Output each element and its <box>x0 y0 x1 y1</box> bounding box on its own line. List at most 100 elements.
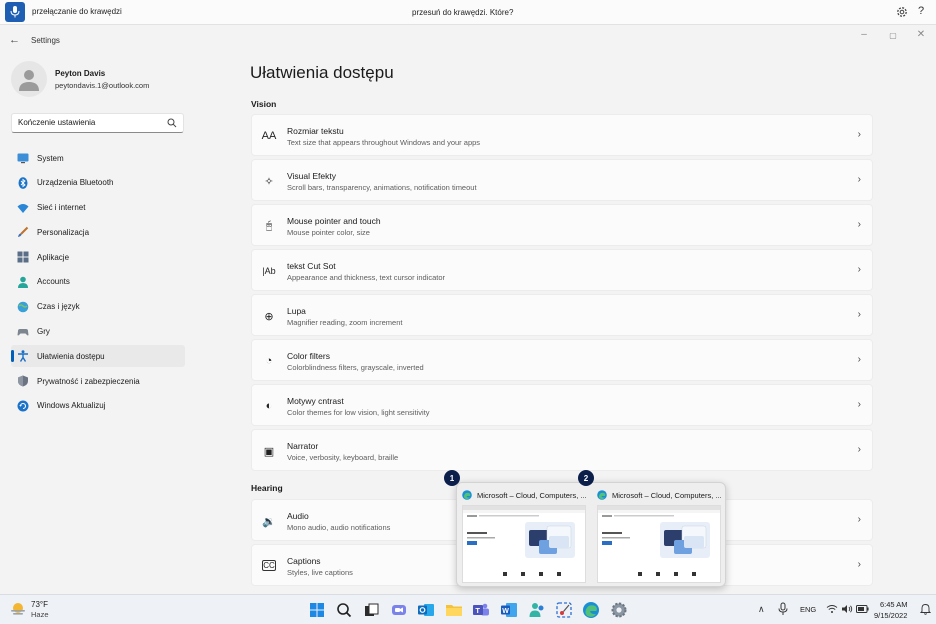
chevron-right-icon: › <box>857 354 861 365</box>
text-size-icon: AA <box>261 130 277 142</box>
apps-icon <box>17 251 29 263</box>
windows-start-icon[interactable] <box>308 601 326 619</box>
wifi-icon[interactable] <box>826 604 838 614</box>
card-title: Narrator <box>287 441 319 451</box>
app-title: Settings <box>31 36 60 45</box>
edge-thumbnails-popup: Microsoft – Cloud, Computers, ... Micros… <box>456 482 726 587</box>
outlook-icon[interactable] <box>417 601 435 619</box>
microphone-icon[interactable] <box>777 602 789 616</box>
card-subtitle: Mono audio, audio notifications <box>287 523 391 532</box>
clock-time[interactable]: 6:45 AM <box>880 600 908 609</box>
sidebar-item-label: Gry <box>37 327 50 337</box>
sidebar-item-apps[interactable]: Aplikacje <box>11 246 185 268</box>
edge-icon <box>462 490 472 500</box>
text-cursor-icon: |Ab <box>262 266 276 276</box>
chevron-up-icon[interactable]: ∧ <box>758 604 765 615</box>
page-preview-graphic <box>463 506 585 576</box>
text-size-card[interactable]: AA Rozmiar tekstu Text size that appears… <box>251 114 873 156</box>
sidebar-item-bluetooth[interactable]: Urządzenia Bluetooth <box>11 172 185 194</box>
page-preview <box>597 505 721 583</box>
haze-weather-icon[interactable] <box>10 602 26 616</box>
sidebar-item-windows-update[interactable]: Windows Aktualizuj <box>11 395 185 417</box>
search-icon[interactable] <box>167 118 177 128</box>
sidebar-item-accounts[interactable]: Accounts <box>11 271 185 293</box>
sidebar-item-label: Prywatność i zabezpieczenia <box>37 376 140 386</box>
close-button[interactable]: ✕ <box>914 29 928 40</box>
help-icon[interactable]: ? <box>918 5 924 17</box>
snipping-tool-icon[interactable] <box>555 601 573 619</box>
battery-icon[interactable] <box>856 605 869 613</box>
card-title: tekst Cut Sot <box>287 261 336 271</box>
word-icon[interactable]: W <box>500 601 518 619</box>
sidebar-item-label: Urządzenia Bluetooth <box>37 178 114 188</box>
settings-app-icon[interactable] <box>610 601 628 619</box>
search-input[interactable] <box>18 118 158 127</box>
sidebar-item-label: Aplikacje <box>37 252 70 262</box>
card-title: Rozmiar tekstu <box>287 126 344 136</box>
page-title: Ułatwienia dostępu <box>250 63 394 82</box>
language-indicator[interactable]: ENG <box>800 605 816 614</box>
sidebar-item-personalization[interactable]: Personalizacja <box>11 221 185 243</box>
magnifier-card[interactable]: ⊕ Lupa Magnifier reading, zoom increment… <box>251 294 873 336</box>
sidebar-item-label: System <box>37 153 64 163</box>
weather-description: Haze <box>31 610 49 619</box>
sidebar-item-gaming[interactable]: Gry <box>11 321 185 343</box>
color-filters-card[interactable]: ◔ Color filters Colorblindness filters, … <box>251 339 873 381</box>
chevron-right-icon: › <box>857 219 861 230</box>
chevron-right-icon: › <box>857 514 861 525</box>
edge-window-thumbnail-2[interactable]: Microsoft – Cloud, Computers, ... <box>592 483 726 588</box>
sidebar-item-label: Personalizacja <box>37 227 90 237</box>
teams-icon[interactable]: T <box>472 601 490 619</box>
sidebar-item-label: Accounts <box>37 277 70 287</box>
narrator-icon: ▣ <box>263 445 275 458</box>
gear-icon[interactable] <box>895 5 909 19</box>
chevron-right-icon: › <box>857 264 861 275</box>
microphone-icon <box>10 6 20 18</box>
sidebar-item-time-language[interactable]: Czas i język <box>11 296 185 318</box>
sparkle-icon: ✧ <box>264 175 274 188</box>
text-cursor-card[interactable]: |Ab tekst Cut Sot Appearance and thickne… <box>251 249 873 291</box>
teams-chat-icon[interactable] <box>390 601 408 619</box>
gamepad-icon <box>17 328 29 336</box>
mouse-pointer-card[interactable]: 🖰 Mouse pointer and touch Mouse pointer … <box>251 204 873 246</box>
narrator-card[interactable]: ▣ Narrator Voice, verbosity, keyboard, b… <box>251 429 873 471</box>
contrast-themes-card[interactable]: ◐ Motywy cntrast Color themes for low vi… <box>251 384 873 426</box>
captions-icon: CC <box>262 560 276 571</box>
search-box[interactable] <box>11 113 184 133</box>
page-preview-graphic <box>598 506 720 576</box>
notification-bell-icon[interactable] <box>920 603 931 615</box>
search-icon[interactable] <box>335 601 353 619</box>
minimize-button[interactable]: – <box>857 29 871 40</box>
maximize-button[interactable]: ▢ <box>886 31 900 40</box>
card-subtitle: Magnifier reading, zoom increment <box>287 318 403 327</box>
clock-date[interactable]: 9/15/2022 <box>874 611 907 620</box>
edge-window-thumbnail-1[interactable]: Microsoft – Cloud, Computers, ... <box>457 483 591 588</box>
file-explorer-icon[interactable] <box>445 601 463 619</box>
card-title: Lupa <box>287 306 306 316</box>
weather-temperature: 73°F <box>31 600 48 609</box>
chevron-right-icon: › <box>857 129 861 140</box>
sidebar-item-system[interactable]: System <box>11 147 185 169</box>
people-app-icon[interactable] <box>528 601 546 619</box>
microphone-button[interactable] <box>5 2 25 22</box>
visual-effects-card[interactable]: ✧ Visual Efekty Scroll bars, transparenc… <box>251 159 873 201</box>
person-icon <box>18 276 28 288</box>
thumbnail-title: Microsoft – Cloud, Computers, ... <box>612 491 722 500</box>
page-preview <box>462 505 586 583</box>
avatar[interactable] <box>11 61 47 97</box>
voice-access-bar: przełączanie do krawędzi przesuń do kraw… <box>0 0 936 25</box>
edge-icon[interactable] <box>582 601 600 619</box>
card-title: Visual Efekty <box>287 171 336 181</box>
card-subtitle: Colorblindness filters, grayscale, inver… <box>287 363 424 372</box>
sidebar-item-privacy[interactable]: Prywatność i zabezpieczenia <box>11 370 185 392</box>
volume-icon[interactable] <box>841 604 853 614</box>
sidebar-item-network[interactable]: Sieć i internet <box>11 197 185 219</box>
back-arrow-icon[interactable]: ← <box>9 34 20 46</box>
globe-clock-icon <box>17 301 29 313</box>
sidebar-item-accessibility[interactable]: Ułatwienia dostępu <box>11 345 185 368</box>
person-silhouette-icon <box>19 70 39 91</box>
task-view-icon[interactable] <box>362 601 380 619</box>
card-title: Motywy cntrast <box>287 396 344 406</box>
card-title: Color filters <box>287 351 330 361</box>
number-badge: 1 <box>444 470 460 486</box>
